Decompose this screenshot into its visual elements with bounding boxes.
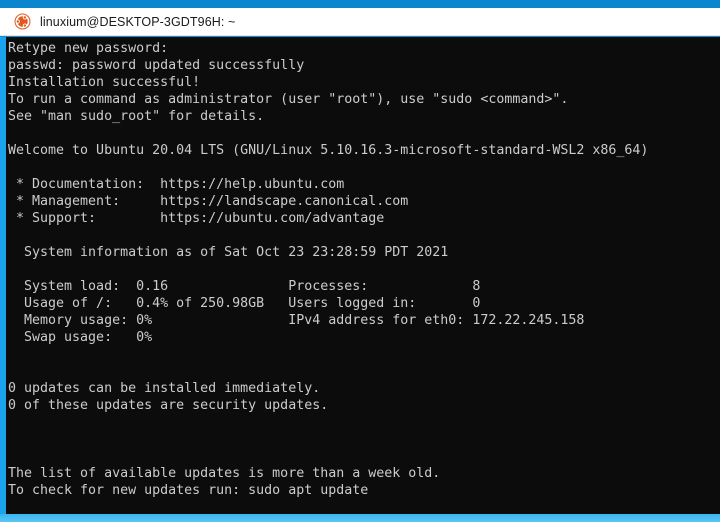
window-title-text: linuxium@DESKTOP-3GDT96H: ~: [40, 14, 236, 29]
terminal-line: Retype new password:: [8, 41, 169, 56]
desktop-bottom-strip: [0, 514, 720, 522]
terminal-line-stat-usage: Usage of /: 0.4% of 250.98GB Users logge…: [8, 296, 481, 311]
terminal-line: See "man sudo_root" for details.: [8, 109, 265, 124]
terminal-output-area[interactable]: Retype new password: passwd: password up…: [0, 37, 720, 514]
desktop-top-strip: [0, 0, 720, 8]
terminal-line-documentation: * Documentation: https://help.ubuntu.com: [8, 177, 345, 192]
ubuntu-logo-icon: [14, 13, 31, 30]
terminal-line-welcome: Welcome to Ubuntu 20.04 LTS (GNU/Linux 5…: [8, 143, 649, 158]
terminal-line-updates-check: To check for new updates run: sudo apt u…: [8, 483, 369, 498]
terminal-line-stat-memory: Memory usage: 0% IPv4 address for eth0: …: [8, 313, 585, 328]
terminal-line-updates-age: The list of available updates is more th…: [8, 466, 441, 481]
terminal-line: To run a command as administrator (user …: [8, 92, 569, 107]
terminal-line-sysinfo-heading: System information as of Sat Oct 23 23:2…: [8, 245, 449, 260]
terminal-line: passwd: password updated successfully: [8, 58, 305, 73]
terminal-line-support: * Support: https://ubuntu.com/advantage: [8, 211, 385, 226]
window-title-bar[interactable]: linuxium@DESKTOP-3GDT96H: ~: [0, 8, 720, 36]
terminal-window: linuxium@DESKTOP-3GDT96H: ~ Retype new p…: [0, 8, 720, 514]
terminal-line-updates-security: 0 of these updates are security updates.: [8, 398, 329, 413]
terminal-line: Installation successful!: [8, 75, 201, 90]
terminal-scrollback: Retype new password: passwd: password up…: [6, 37, 720, 514]
terminal-line-stat-load: System load: 0.16 Processes: 8: [8, 279, 481, 294]
terminal-line-stat-swap: Swap usage: 0%: [8, 330, 153, 345]
terminal-line-updates-immediate: 0 updates can be installed immediately.: [8, 381, 321, 396]
terminal-line-management: * Management: https://landscape.canonica…: [8, 194, 409, 209]
